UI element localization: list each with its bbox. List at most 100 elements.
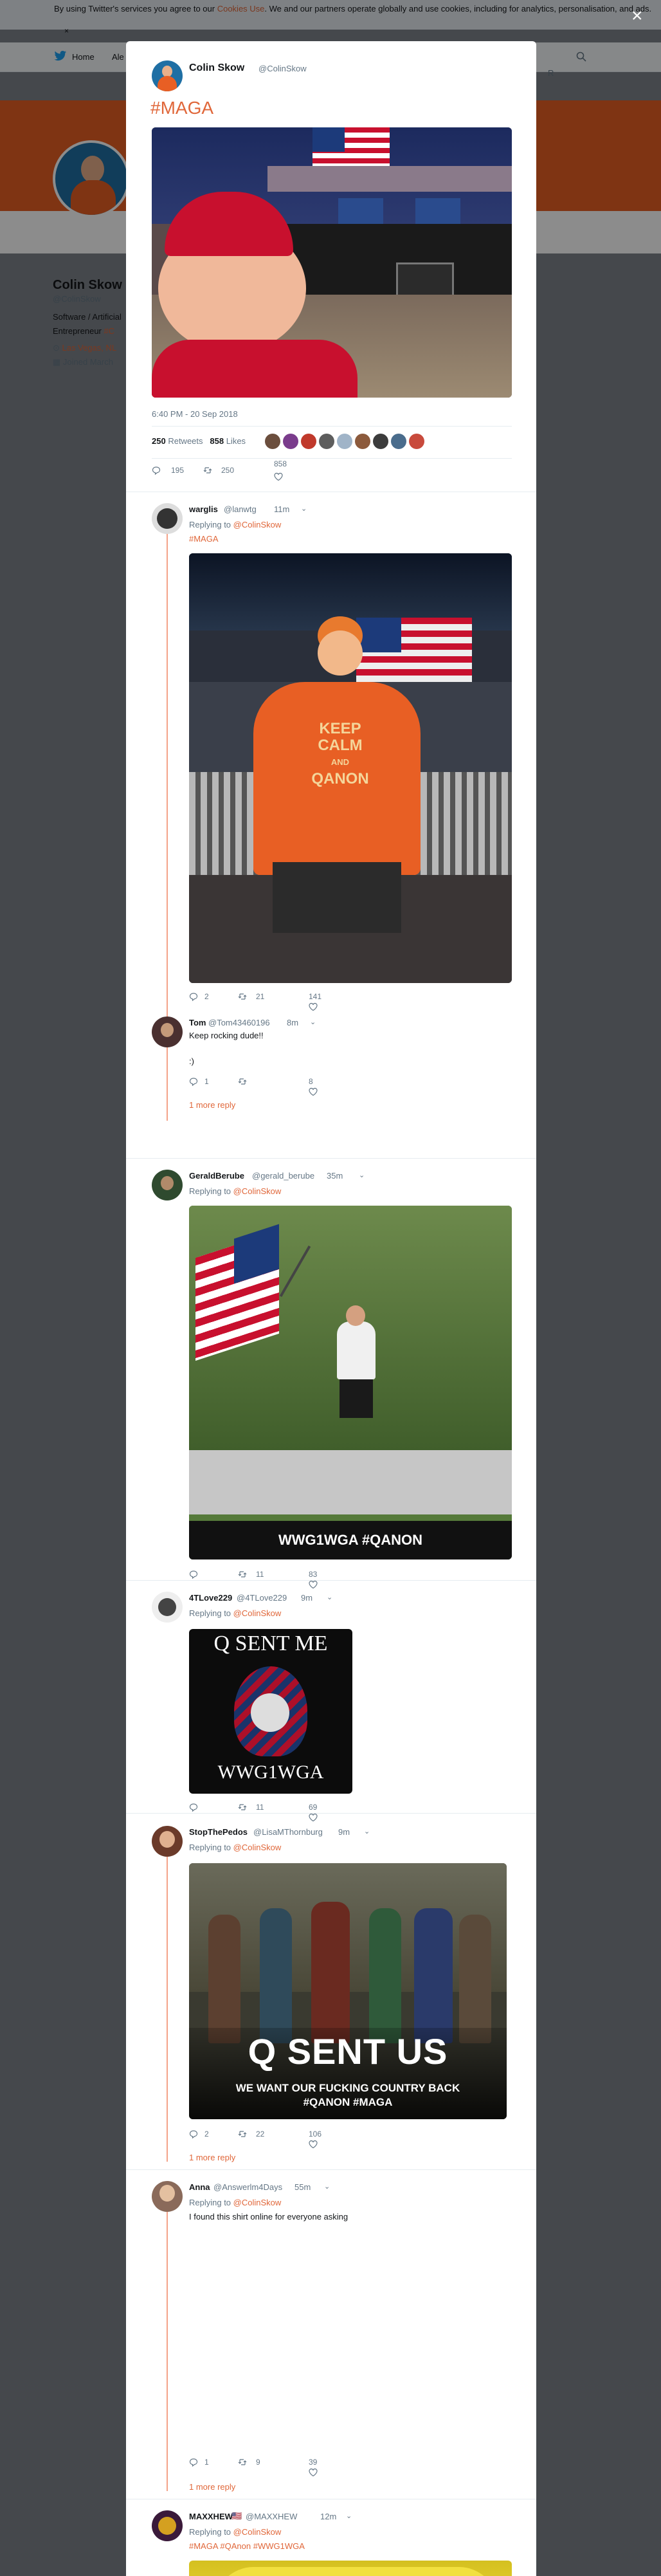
chevron-down-icon[interactable]: ⌄ <box>310 1018 319 1027</box>
retweet-button[interactable] <box>238 1803 247 1814</box>
replying-to-link[interactable]: @ColinSkow <box>233 1843 282 1852</box>
chevron-down-icon[interactable]: ⌄ <box>301 504 310 513</box>
reply-image[interactable] <box>189 2561 512 2576</box>
tweet-timestamp[interactable]: 6:40 PM - 20 Sep 2018 <box>152 409 238 419</box>
retweet-button[interactable] <box>203 466 212 477</box>
like-button[interactable] <box>309 1002 318 1013</box>
avatar[interactable] <box>152 503 183 534</box>
reply-image[interactable]: Q SENT US WE WANT OUR FUCKING COUNTRY BA… <box>189 1863 507 2119</box>
more-replies-link[interactable]: 1 more reply <box>189 2482 235 2492</box>
reply-author-name[interactable]: 4TLove229 <box>189 1593 232 1603</box>
reply-author-name[interactable]: StopThePedos <box>189 1827 248 1837</box>
reply-author-handle[interactable]: @Tom43460196 <box>208 1018 270 1027</box>
reply-author-handle[interactable]: @lanwtg <box>224 504 257 514</box>
reply-button[interactable] <box>152 466 161 477</box>
heart-icon <box>309 1002 318 1011</box>
chevron-down-icon[interactable]: ⌄ <box>327 1593 336 1602</box>
retweet-icon <box>238 1804 247 1810</box>
heart-icon <box>309 2468 318 2477</box>
reply-text[interactable]: #MAGA <box>189 534 219 544</box>
avatar[interactable] <box>152 1170 183 1201</box>
reply-time[interactable]: 9m <box>338 1827 350 1837</box>
reply-image[interactable]: Q SENT ME WWG1WGA <box>189 1629 352 1794</box>
retweets-label[interactable]: Retweets <box>168 436 203 446</box>
chevron-down-icon[interactable]: ⌄ <box>324 2182 333 2191</box>
avatar[interactable] <box>152 2181 183 2212</box>
shirt-word: QANON <box>311 770 369 787</box>
reply-time[interactable]: 35m <box>327 1171 343 1181</box>
chevron-down-icon[interactable]: ⌄ <box>364 1827 373 1836</box>
tweet-author-name[interactable]: Colin Skow <box>189 62 244 74</box>
reply-time[interactable]: 8m <box>287 1018 298 1027</box>
replying-to-link[interactable]: @ColinSkow <box>233 1608 282 1618</box>
tweet-text-hashtag[interactable]: #MAGA <box>150 98 213 118</box>
thread-line <box>167 2211 168 2491</box>
replying-to-link[interactable]: @ColinSkow <box>233 1186 282 1196</box>
retweets-count[interactable]: 250 <box>152 436 166 446</box>
reply-time[interactable]: 12m <box>320 2512 336 2521</box>
reply-time[interactable]: 11m <box>274 504 289 514</box>
reply-button[interactable] <box>189 1570 198 1581</box>
avatar[interactable] <box>152 2510 183 2541</box>
retweet-icon <box>238 2459 247 2465</box>
like-button[interactable] <box>309 2140 318 2151</box>
heart-icon <box>309 1087 318 1096</box>
reply-time[interactable]: 55m <box>294 2182 311 2192</box>
retweet-button[interactable] <box>238 1570 247 1581</box>
reply-author-handle[interactable]: @gerald_berube <box>252 1171 314 1181</box>
retweet-button[interactable] <box>238 2130 247 2140</box>
reply-author-name[interactable]: Tom <box>189 1018 206 1027</box>
tweet-image[interactable] <box>152 127 512 398</box>
image-title-text: Q SENT US <box>248 2031 448 2072</box>
replying-to-link[interactable]: @ColinSkow <box>233 2527 282 2537</box>
reply-author-name[interactable]: GeraldBerube <box>189 1171 244 1181</box>
chevron-down-icon[interactable]: ⌄ <box>359 1171 368 1180</box>
like-button[interactable] <box>309 1580 318 1591</box>
replying-to-link[interactable]: @ColinSkow <box>233 2198 282 2207</box>
reply-count: 1 <box>204 2458 209 2467</box>
avatar[interactable] <box>152 60 183 91</box>
retweet-button[interactable] <box>238 992 247 1003</box>
chevron-down-icon[interactable]: ⌄ <box>346 2512 355 2521</box>
avatar[interactable] <box>152 1592 183 1623</box>
likes-count[interactable]: 858 <box>210 436 224 446</box>
like-button[interactable] <box>309 1087 318 1098</box>
like-count: 858 <box>274 459 287 468</box>
likes-label[interactable]: Likes <box>226 436 246 446</box>
replying-to-link[interactable]: @ColinSkow <box>233 520 282 529</box>
reply-button[interactable] <box>189 2130 198 2140</box>
like-button[interactable] <box>274 472 283 483</box>
avatar[interactable] <box>152 1826 183 1857</box>
reply-time[interactable]: 9m <box>301 1593 312 1603</box>
reply-author-handle[interactable]: @LisaMThornburg <box>253 1827 323 1837</box>
reply-text[interactable]: #MAGA #QAnon #WWG1WGA <box>189 2541 305 2551</box>
heart-icon <box>309 1580 318 1589</box>
tweet-author-handle[interactable]: @ColinSkow <box>258 64 307 73</box>
shirt-text: KEEP CALM AND QANON <box>298 721 382 787</box>
reply-button[interactable] <box>189 1077 198 1088</box>
retweet-icon <box>238 1571 247 1578</box>
retweet-button[interactable] <box>238 1077 247 1088</box>
reply-author-handle[interactable]: @MAXXHEW <box>246 2512 297 2521</box>
reply-button[interactable] <box>189 1803 198 1814</box>
more-replies-link[interactable]: 1 more reply <box>189 1100 235 1110</box>
reply-author-name[interactable]: warglis <box>189 504 218 514</box>
avatar[interactable] <box>152 1017 183 1047</box>
reply-image[interactable]: KEEP CALM AND QANON <box>189 553 512 983</box>
like-button[interactable] <box>309 1813 318 1824</box>
reply-author-handle[interactable]: @Answerlm4Days <box>213 2182 282 2192</box>
reply-author-name[interactable]: Anna <box>189 2182 210 2192</box>
more-replies-link[interactable]: 1 more reply <box>189 2153 235 2162</box>
close-icon[interactable]: × <box>631 6 643 26</box>
reply-author-name[interactable]: MAXXHEW <box>189 2512 233 2521</box>
reply-button[interactable] <box>189 2458 198 2469</box>
like-button[interactable] <box>309 2468 318 2479</box>
reply-image[interactable]: WWG1WGA #QANON <box>189 1206 512 1559</box>
like-count: 141 <box>309 992 322 1001</box>
reply-button[interactable] <box>189 992 198 1003</box>
reply-text-2: :) <box>189 1056 194 1066</box>
heart-icon <box>309 1813 318 1822</box>
retweet-button[interactable] <box>238 2458 247 2469</box>
retweet-count: 11 <box>256 1570 264 1579</box>
reply-author-handle[interactable]: @4TLove229 <box>237 1593 287 1603</box>
